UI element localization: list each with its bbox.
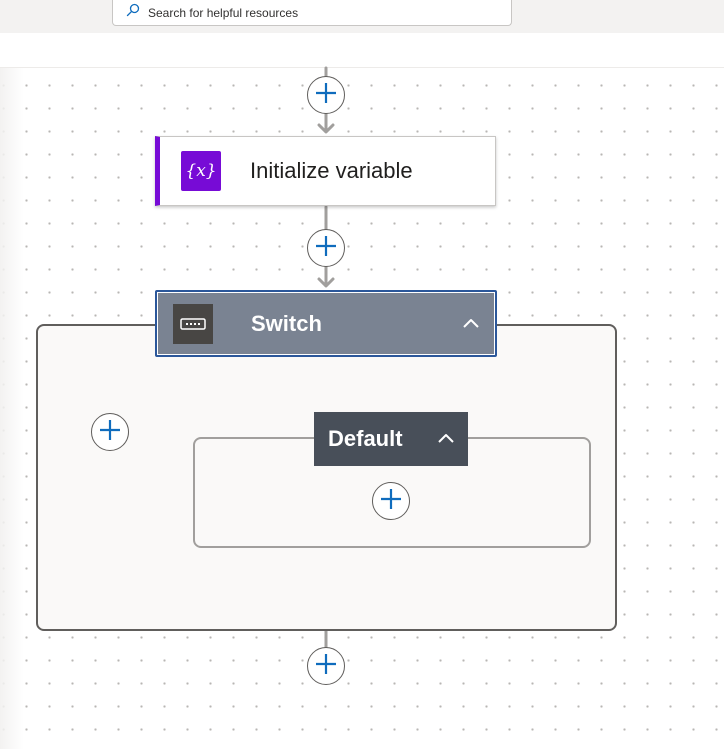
plus-icon: [313, 80, 339, 111]
insert-step-button-after-initialize[interactable]: [307, 229, 345, 267]
switch-icon: [173, 303, 213, 344]
default-case-header[interactable]: Default: [314, 412, 468, 466]
default-case-title: Default: [328, 426, 403, 451]
switch-title: Switch: [251, 310, 322, 336]
initialize-variable-title: Initialize variable: [250, 158, 413, 183]
initialize-variable-card[interactable]: {x} Initialize variable: [155, 136, 496, 206]
add-action-in-default-button[interactable]: [372, 482, 410, 520]
insert-step-button-top[interactable]: [307, 76, 345, 114]
plus-icon: [97, 417, 123, 448]
plus-icon: [313, 651, 339, 682]
command-bar: [0, 33, 724, 68]
switch-action-card[interactable]: Switch: [155, 290, 497, 357]
plus-icon: [378, 486, 404, 517]
add-case-button[interactable]: [91, 413, 129, 451]
search-box[interactable]: [112, 0, 512, 26]
canvas-left-edge: [0, 68, 24, 749]
insert-step-button-bottom[interactable]: [307, 647, 345, 685]
chevron-up-icon[interactable]: [436, 429, 456, 449]
search-input[interactable]: [148, 5, 488, 20]
top-bar: [0, 0, 724, 33]
chevron-up-icon[interactable]: [461, 314, 481, 334]
search-icon: [126, 3, 140, 22]
plus-icon: [313, 233, 339, 264]
variable-icon: {x}: [181, 151, 221, 191]
